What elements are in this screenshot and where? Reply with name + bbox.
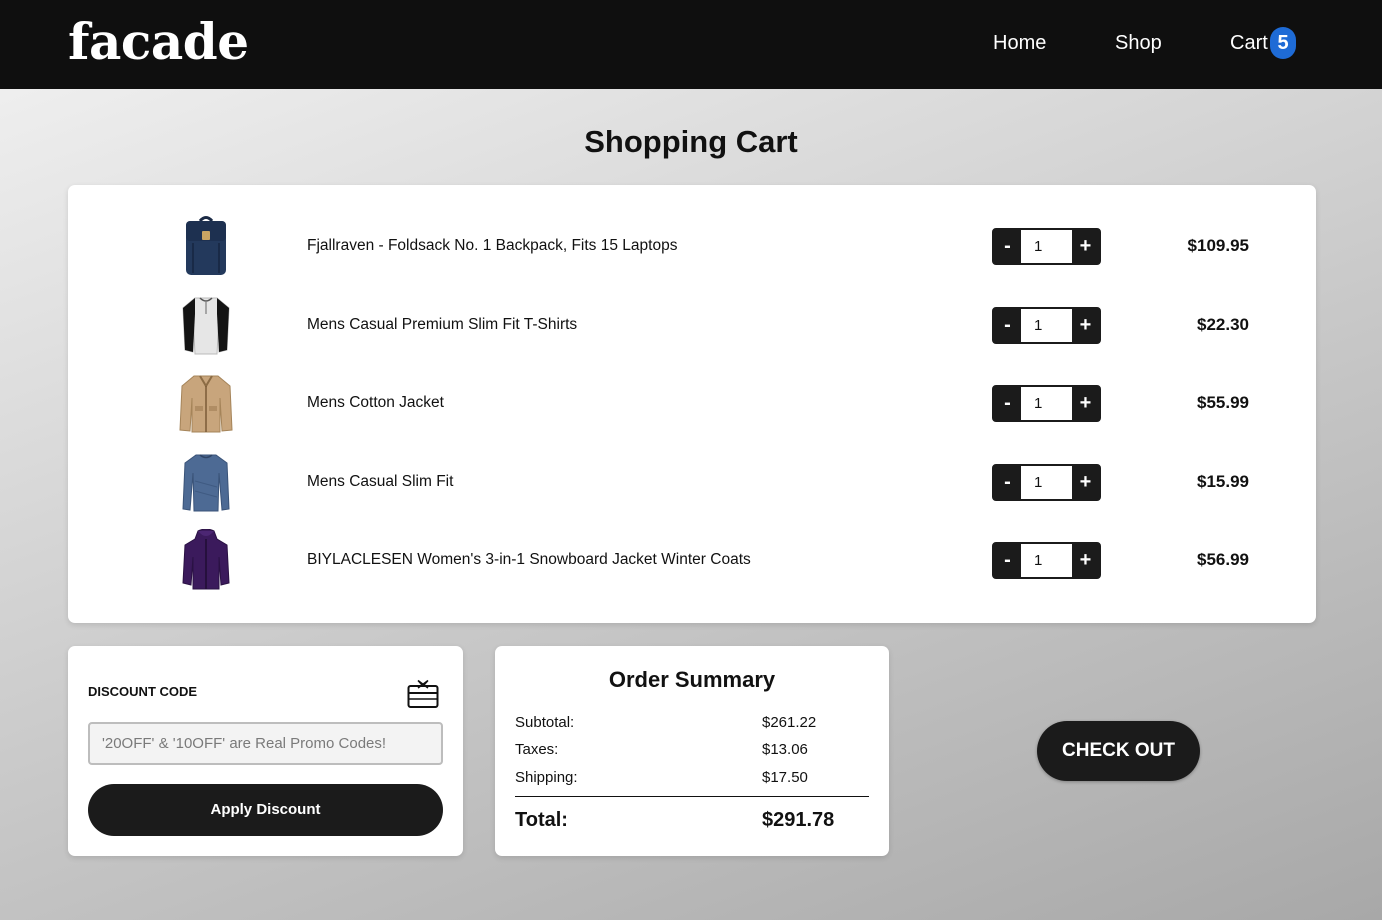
product-name[interactable]: Mens Casual Premium Slim Fit T-Shirts: [307, 314, 577, 336]
product-image[interactable]: [174, 451, 238, 513]
product-name[interactable]: Mens Cotton Jacket: [307, 392, 444, 414]
discount-code-card: DISCOUNT CODE '20OFF' & '10OFF' are Real…: [68, 646, 463, 856]
decrease-quantity-button[interactable]: -: [994, 309, 1021, 342]
tshirt-icon: [182, 297, 230, 355]
gift-card-icon: [407, 679, 439, 708]
cart-items-panel: Fjallraven - Foldsack No. 1 Backpack, Fi…: [68, 185, 1316, 623]
product-name[interactable]: BIYLACLESEN Women's 3-in-1 Snowboard Jac…: [307, 549, 751, 571]
product-image[interactable]: [174, 215, 238, 277]
quantity-stepper: - 1 +: [992, 307, 1101, 344]
total-label: Total:: [515, 809, 568, 831]
site-logo[interactable]: facade: [68, 14, 249, 70]
longsleeve-icon: [182, 454, 230, 512]
taxes-label: Taxes:: [515, 741, 559, 758]
item-price: $56.99: [1197, 550, 1249, 569]
discount-code-title: DISCOUNT CODE: [88, 684, 198, 699]
quantity-stepper: - 1 +: [992, 385, 1101, 422]
checkout-button[interactable]: CHECK OUT: [1037, 721, 1200, 781]
product-image[interactable]: [174, 294, 238, 356]
increase-quantity-button[interactable]: +: [1072, 544, 1099, 577]
quantity-stepper: - 1 +: [992, 228, 1101, 265]
cart-item-row: Mens Cotton Jacket - 1 + $55.99: [68, 364, 1316, 442]
page-title: Shopping Cart: [584, 124, 798, 159]
quantity-input[interactable]: 1: [1021, 466, 1072, 499]
cart-item-row: BIYLACLESEN Women's 3-in-1 Snowboard Jac…: [68, 521, 1316, 599]
product-name[interactable]: Fjallraven - Foldsack No. 1 Backpack, Fi…: [307, 235, 677, 257]
nav-cart-link[interactable]: Cart: [1230, 30, 1268, 56]
coat-icon: [182, 529, 230, 590]
increase-quantity-button[interactable]: +: [1072, 466, 1099, 499]
decrease-quantity-button[interactable]: -: [994, 466, 1021, 499]
order-summary-card: Order Summary Subtotal: $261.22 Taxes: $…: [495, 646, 889, 856]
subtotal-value: $261.22: [762, 714, 817, 731]
product-name[interactable]: Mens Casual Slim Fit: [307, 471, 453, 493]
shipping-value: $17.50: [762, 769, 808, 786]
backpack-icon: [186, 216, 226, 275]
apply-discount-button[interactable]: Apply Discount: [88, 784, 443, 836]
taxes-value: $13.06: [762, 741, 808, 758]
cart-item-row: Mens Casual Premium Slim Fit T-Shirts - …: [68, 286, 1316, 364]
order-summary-title: Order Summary: [608, 667, 776, 692]
cart-count-badge[interactable]: 5: [1270, 27, 1296, 59]
quantity-stepper: - 1 +: [992, 542, 1101, 579]
cart-item-row: Fjallraven - Foldsack No. 1 Backpack, Fi…: [68, 207, 1316, 285]
nav-home-link[interactable]: Home: [993, 30, 1046, 56]
item-price: $15.99: [1197, 472, 1249, 491]
shipping-label: Shipping:: [515, 769, 578, 786]
item-price: $109.95: [1187, 236, 1249, 255]
increase-quantity-button[interactable]: +: [1072, 387, 1099, 420]
top-navbar: facade Home Shop Cart 5: [0, 0, 1382, 89]
quantity-input[interactable]: 1: [1021, 544, 1072, 577]
discount-code-input[interactable]: '20OFF' & '10OFF' are Real Promo Codes!: [88, 722, 443, 765]
decrease-quantity-button[interactable]: -: [994, 387, 1021, 420]
product-image[interactable]: [174, 529, 238, 591]
item-price: $22.30: [1197, 315, 1249, 334]
cart-item-row: Mens Casual Slim Fit - 1 + $15.99: [68, 443, 1316, 521]
nav-shop-link[interactable]: Shop: [1115, 30, 1162, 56]
quantity-input[interactable]: 1: [1021, 230, 1072, 263]
jacket-icon: [179, 375, 233, 433]
product-image[interactable]: [174, 372, 238, 434]
subtotal-label: Subtotal:: [515, 714, 575, 731]
decrease-quantity-button[interactable]: -: [994, 544, 1021, 577]
increase-quantity-button[interactable]: +: [1072, 309, 1099, 342]
total-value: $291.78: [762, 809, 835, 831]
quantity-input[interactable]: 1: [1021, 387, 1072, 420]
item-price: $55.99: [1197, 393, 1249, 412]
increase-quantity-button[interactable]: +: [1072, 230, 1099, 263]
summary-divider: [515, 796, 869, 797]
quantity-stepper: - 1 +: [992, 464, 1101, 501]
decrease-quantity-button[interactable]: -: [994, 230, 1021, 263]
quantity-input[interactable]: 1: [1021, 309, 1072, 342]
